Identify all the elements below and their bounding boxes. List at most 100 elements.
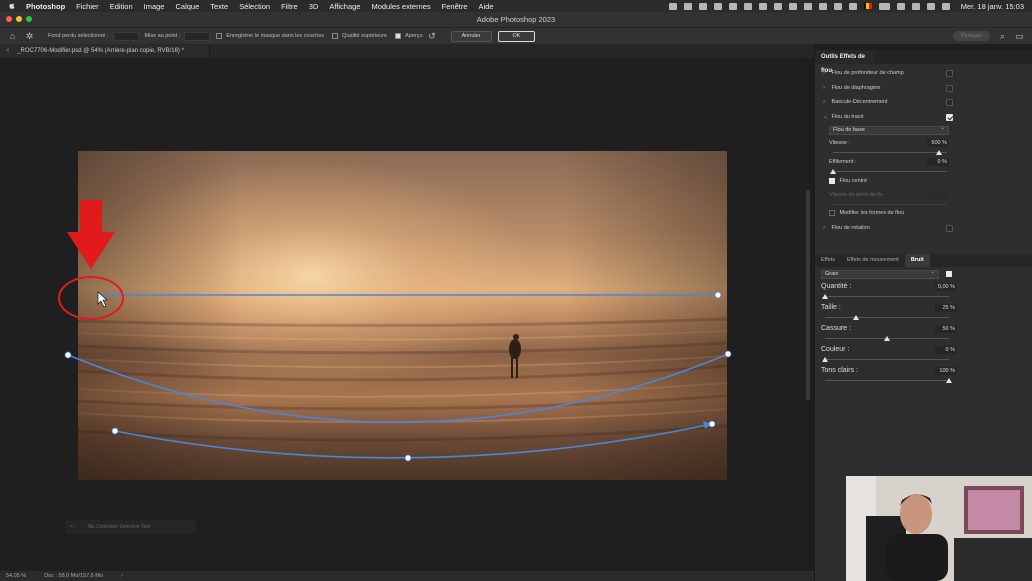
workspace-icon[interactable]: ▭ [1015, 31, 1024, 41]
ok-button[interactable]: OK [497, 30, 536, 42]
zoom-readout[interactable]: 54,05 % [6, 571, 26, 581]
path-blur-overlay[interactable] [0, 58, 804, 571]
noise-slider[interactable] [822, 355, 949, 364]
noise-slider-value[interactable]: 0 % [935, 346, 957, 354]
tab-bruit[interactable]: Bruit [904, 254, 930, 267]
noise-slider-value[interactable]: 0,00 % [935, 283, 957, 291]
noise-slider-value[interactable]: 25 % [935, 304, 957, 312]
slider-thumb[interactable] [853, 315, 859, 320]
tray-app-icon[interactable] [848, 2, 857, 10]
slider-thumb[interactable] [946, 378, 952, 383]
hud-close-icon[interactable]: × ▫ [70, 524, 76, 530]
menu-fenetre[interactable]: Fenêtre [442, 2, 468, 11]
nik-collection-hud[interactable]: × ▫ Nik Collection Selective Tool [66, 520, 196, 534]
modifier-formes-checkbox[interactable] [829, 209, 835, 216]
apple-icon[interactable] [8, 2, 16, 10]
tray-app-icon[interactable] [683, 2, 692, 10]
chevron-right-icon[interactable]: › [823, 66, 830, 81]
app-menu[interactable]: Photoshop [26, 2, 65, 11]
blur-tool-icon[interactable]: ✲ [25, 31, 34, 41]
tray-app-icon[interactable] [728, 2, 737, 10]
close-window-icon[interactable] [6, 16, 12, 22]
reset-icon[interactable]: ↺ [428, 31, 437, 41]
battery-icon[interactable] [878, 2, 890, 10]
blur-checkbox[interactable] [946, 84, 953, 92]
enregistrer-masque-checkbox[interactable] [216, 33, 223, 39]
path-blur-type-select[interactable]: Flou de base [829, 125, 949, 135]
vitesse-value[interactable]: 500 % [927, 139, 949, 147]
noise-slider-value[interactable]: 100 % [935, 367, 957, 375]
mise-au-point-field[interactable] [184, 31, 211, 41]
noise-slider-value[interactable]: 50 % [935, 325, 957, 333]
home-icon[interactable]: ⌂ [8, 31, 17, 41]
blur-row-iris[interactable]: › Flou de diaphragme [815, 81, 1032, 96]
status-chevron-icon[interactable]: › [121, 571, 123, 581]
slider-thumb[interactable] [830, 169, 836, 174]
menu-modules-externes[interactable]: Modules externes [371, 2, 430, 11]
slider-thumb[interactable] [822, 294, 828, 299]
close-tab-icon[interactable]: × [6, 48, 10, 54]
effilement-slider[interactable] [830, 167, 947, 176]
tray-app-icon[interactable] [713, 2, 722, 10]
menu-affichage[interactable]: Affichage [329, 2, 360, 11]
menu-aide[interactable]: Aide [479, 2, 494, 11]
blur-row-spin[interactable]: › Flou de rotation [815, 221, 1032, 236]
tray-app-icon[interactable] [773, 2, 782, 10]
slider-thumb[interactable] [884, 336, 890, 341]
noise-slider[interactable] [822, 292, 949, 301]
tab-effets[interactable]: Effets [815, 254, 841, 267]
document-tab[interactable]: × _ROC7706-Modifier.psd @ 54% (Arrière-p… [0, 44, 210, 58]
tray-app-icon[interactable] [803, 2, 812, 10]
search-icon[interactable] [911, 2, 920, 10]
siri-icon[interactable] [941, 2, 950, 10]
menu-fichier[interactable]: Fichier [76, 2, 99, 11]
flou-centre-checkbox[interactable] [829, 177, 835, 184]
tray-app-icon[interactable] [818, 2, 827, 10]
chevron-right-icon[interactable]: › [823, 95, 830, 110]
noise-type-select[interactable]: Grain [821, 269, 939, 279]
tray-app-icon[interactable] [758, 2, 767, 10]
panel-title[interactable]: Outils Effets de flou [815, 50, 875, 74]
tray-app-icon[interactable] [743, 2, 752, 10]
tray-app-icon[interactable] [698, 2, 707, 10]
tab-effets-mouvement[interactable]: Effets de mouvement [841, 254, 905, 267]
blur-checkbox[interactable] [946, 225, 953, 232]
menu-image[interactable]: Image [144, 2, 165, 11]
menu-filtre[interactable]: Filtre [281, 2, 298, 11]
apercu-checkbox[interactable] [395, 33, 402, 39]
blur-checkbox[interactable] [946, 70, 953, 77]
vertical-scrollbar[interactable] [806, 190, 810, 400]
tray-app-icon[interactable] [833, 2, 842, 10]
menu-edition[interactable]: Edition [110, 2, 133, 11]
wifi-icon[interactable] [896, 2, 905, 10]
slider-thumb[interactable] [936, 150, 943, 155]
noise-enable-checkbox[interactable] [946, 271, 952, 277]
tray-app-icon[interactable] [668, 2, 677, 10]
menu-texte[interactable]: Texte [210, 2, 228, 11]
blur-row-path[interactable]: ⌄ Flou du tracé [815, 110, 1032, 125]
effilement-value[interactable]: 0 % [927, 158, 949, 166]
blur-checkbox[interactable] [946, 99, 953, 106]
doc-size-readout[interactable]: Doc : 58,0 Mo/157,6 Mo [44, 571, 103, 581]
blur-row-tilt-shift[interactable]: › Bascule-Décentrement [815, 95, 1032, 110]
menu-selection[interactable]: Sélection [239, 2, 270, 11]
search-icon[interactable]: ⌕ [998, 31, 1007, 41]
share-button[interactable]: Partager [952, 31, 990, 41]
qualite-superieure-checkbox[interactable] [332, 33, 339, 39]
zoom-window-icon[interactable] [26, 16, 32, 22]
flag-icon[interactable] [863, 3, 872, 9]
tray-app-icon[interactable] [788, 2, 797, 10]
control-center-icon[interactable] [926, 2, 935, 10]
minimize-window-icon[interactable] [16, 16, 22, 22]
menu-3d[interactable]: 3D [309, 2, 319, 11]
noise-slider[interactable] [825, 376, 952, 385]
vitesse-slider[interactable] [833, 148, 947, 157]
noise-slider[interactable] [825, 334, 949, 343]
chevron-right-icon[interactable]: › [823, 221, 830, 236]
slider-thumb[interactable] [822, 357, 828, 362]
fond-perdu-field[interactable] [112, 31, 139, 41]
noise-slider[interactable] [825, 313, 949, 322]
annuler-button[interactable]: Annuler [450, 30, 492, 42]
menu-calque[interactable]: Calque [175, 2, 199, 11]
blur-row-field[interactable]: › Flou de profondeur de champ [815, 66, 1032, 81]
